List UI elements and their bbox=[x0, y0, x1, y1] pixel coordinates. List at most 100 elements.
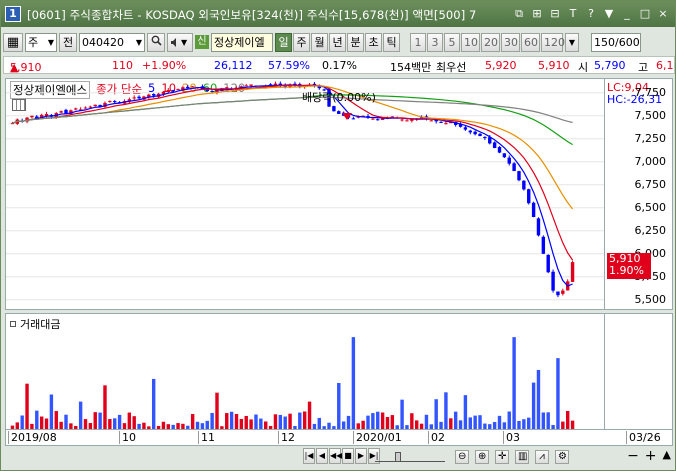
candle-body bbox=[249, 84, 253, 86]
candle-body bbox=[210, 90, 214, 92]
window-button-7[interactable]: □ bbox=[637, 6, 653, 22]
market-select[interactable]: 주 ▼ bbox=[25, 32, 57, 52]
nav-button-2[interactable]: ◀◀ bbox=[329, 448, 342, 464]
tab-minute-1[interactable]: 1 bbox=[410, 32, 426, 52]
tab-minute-20[interactable]: 20 bbox=[481, 32, 500, 52]
nav-button-4[interactable]: ▶ bbox=[355, 448, 367, 464]
volume-bar bbox=[293, 426, 297, 429]
volume-bar bbox=[93, 412, 97, 429]
tab-minute-30[interactable]: 30 bbox=[501, 32, 520, 52]
quote-row: 5,910 ▲ 110 +1.90% 26,112 57.59% 0.17% 15… bbox=[3, 56, 675, 74]
candle-body bbox=[88, 106, 93, 108]
window-button-1[interactable]: ⊞ bbox=[529, 6, 545, 22]
candle-body bbox=[371, 118, 375, 120]
volume-bar bbox=[439, 421, 443, 429]
zoom-out-icon[interactable]: ⊖ bbox=[455, 450, 469, 464]
tab-period-0[interactable]: 일 bbox=[275, 32, 292, 52]
volume-bar bbox=[122, 423, 127, 429]
grid-icon[interactable]: ▦ bbox=[3, 32, 23, 52]
candle-body bbox=[400, 119, 404, 121]
zoom-slider[interactable] bbox=[375, 452, 445, 462]
volume-bar bbox=[190, 414, 195, 429]
bar-chart-icon[interactable]: ▥ bbox=[515, 450, 529, 464]
tab-period-5[interactable]: 초 bbox=[365, 32, 382, 52]
tab-minute-120[interactable]: 120 bbox=[541, 32, 565, 52]
zoom-plus-button[interactable]: + bbox=[645, 448, 657, 464]
search-icon[interactable] bbox=[147, 32, 165, 52]
window-button-5[interactable]: ▼ bbox=[601, 6, 617, 22]
volume-bar bbox=[171, 424, 175, 429]
volume-bar bbox=[268, 425, 273, 429]
scroll-up-icon[interactable]: ▲ bbox=[663, 448, 671, 464]
price-tick-label: 6,250 bbox=[634, 223, 667, 237]
ma-line-10 bbox=[12, 84, 574, 261]
volume-bar bbox=[234, 413, 239, 429]
volume-bar bbox=[117, 414, 122, 429]
nav-button-0[interactable]: |◀ bbox=[303, 448, 315, 464]
date-tick-label: 10 bbox=[119, 431, 136, 444]
settings-icon[interactable]: ⚙ bbox=[555, 450, 569, 464]
candle-body bbox=[244, 85, 248, 87]
candle-body bbox=[463, 127, 468, 130]
code-input[interactable]: 040420 ▼ bbox=[79, 32, 145, 52]
window-button-8[interactable]: × bbox=[655, 6, 671, 22]
tab-minute-3[interactable]: 3 bbox=[427, 32, 443, 52]
dividend-marker-icon bbox=[342, 113, 352, 120]
tab-minute-60[interactable]: 60 bbox=[521, 32, 540, 52]
volume-bar bbox=[283, 416, 287, 429]
volume-bar bbox=[405, 425, 409, 429]
window-button-4[interactable]: ? bbox=[583, 6, 599, 22]
tab-period-6[interactable]: 틱 bbox=[383, 32, 400, 52]
candle-body bbox=[536, 218, 541, 236]
volume-bar bbox=[322, 426, 326, 429]
nav-button-1[interactable]: ◀ bbox=[316, 448, 328, 464]
volume-bar bbox=[395, 425, 399, 429]
title-bar[interactable]: 1 [0601] 주식종합차트 - KOSDAQ 외국인보유[324(천)] 주… bbox=[1, 1, 675, 27]
tab-period-1[interactable]: 주 bbox=[293, 32, 310, 52]
window-button-6[interactable]: _ bbox=[619, 6, 635, 22]
sound-button[interactable]: ▼ bbox=[167, 32, 193, 52]
candle-body bbox=[137, 96, 141, 99]
volume-bar bbox=[473, 415, 477, 429]
nav-button-3[interactable]: ■ bbox=[342, 448, 354, 464]
volume-bar bbox=[332, 426, 336, 429]
price-change: 110 bbox=[112, 59, 133, 72]
volume-bar bbox=[429, 424, 434, 429]
volume-bar bbox=[244, 415, 248, 429]
window-button-0[interactable]: ⧉ bbox=[511, 6, 527, 22]
count-input[interactable]: 150/600 bbox=[591, 32, 641, 52]
prev-button[interactable]: 전 bbox=[59, 32, 77, 52]
window-button-3[interactable]: T bbox=[565, 6, 581, 22]
tab-period-3[interactable]: 년 bbox=[329, 32, 346, 52]
volume-bar bbox=[449, 418, 453, 429]
zoom-slider-thumb[interactable] bbox=[395, 452, 401, 462]
candle-body bbox=[151, 93, 156, 96]
count-total: /600 bbox=[615, 35, 640, 49]
open-label: 시 bbox=[578, 61, 589, 74]
tab-period-2[interactable]: 월 bbox=[311, 32, 328, 52]
price-tick-label: 6,500 bbox=[634, 200, 667, 214]
volume-bar bbox=[356, 423, 360, 429]
zoom-in-icon[interactable]: ⊕ bbox=[475, 450, 489, 464]
price-chart-panel[interactable]: 정상제이엘에스 종가 단순 5 10 20 60 120 배당락(0.00%) bbox=[5, 78, 605, 310]
crosshair-icon[interactable]: ✛ bbox=[495, 450, 509, 464]
volume-bar bbox=[20, 415, 24, 429]
candle-body bbox=[483, 137, 487, 139]
date-tick-label: 03 bbox=[503, 431, 520, 444]
volume-axis: 750,00500,00250,00 bbox=[605, 313, 673, 430]
tab-minute-5[interactable]: 5 bbox=[444, 32, 460, 52]
volume-bar bbox=[317, 417, 321, 429]
change-percent: +1.90% bbox=[142, 59, 187, 72]
period-tabs: 일주월년분초틱 bbox=[275, 32, 400, 52]
window-button-2[interactable]: ⊟ bbox=[547, 6, 563, 22]
volume-chart-panel[interactable]: 거래대금 bbox=[5, 313, 605, 430]
candle-body bbox=[337, 111, 341, 114]
tab-minute-10[interactable]: 10 bbox=[461, 32, 480, 52]
volume-bar bbox=[200, 423, 205, 429]
minute-dropdown[interactable]: ▼ bbox=[565, 32, 579, 52]
zoom-minus-button[interactable]: − bbox=[627, 448, 639, 464]
tab-period-4[interactable]: 분 bbox=[347, 32, 364, 52]
volume-bar bbox=[113, 418, 117, 429]
line-chart-icon[interactable]: ⩘ bbox=[535, 450, 549, 464]
volume-bar bbox=[210, 412, 214, 429]
